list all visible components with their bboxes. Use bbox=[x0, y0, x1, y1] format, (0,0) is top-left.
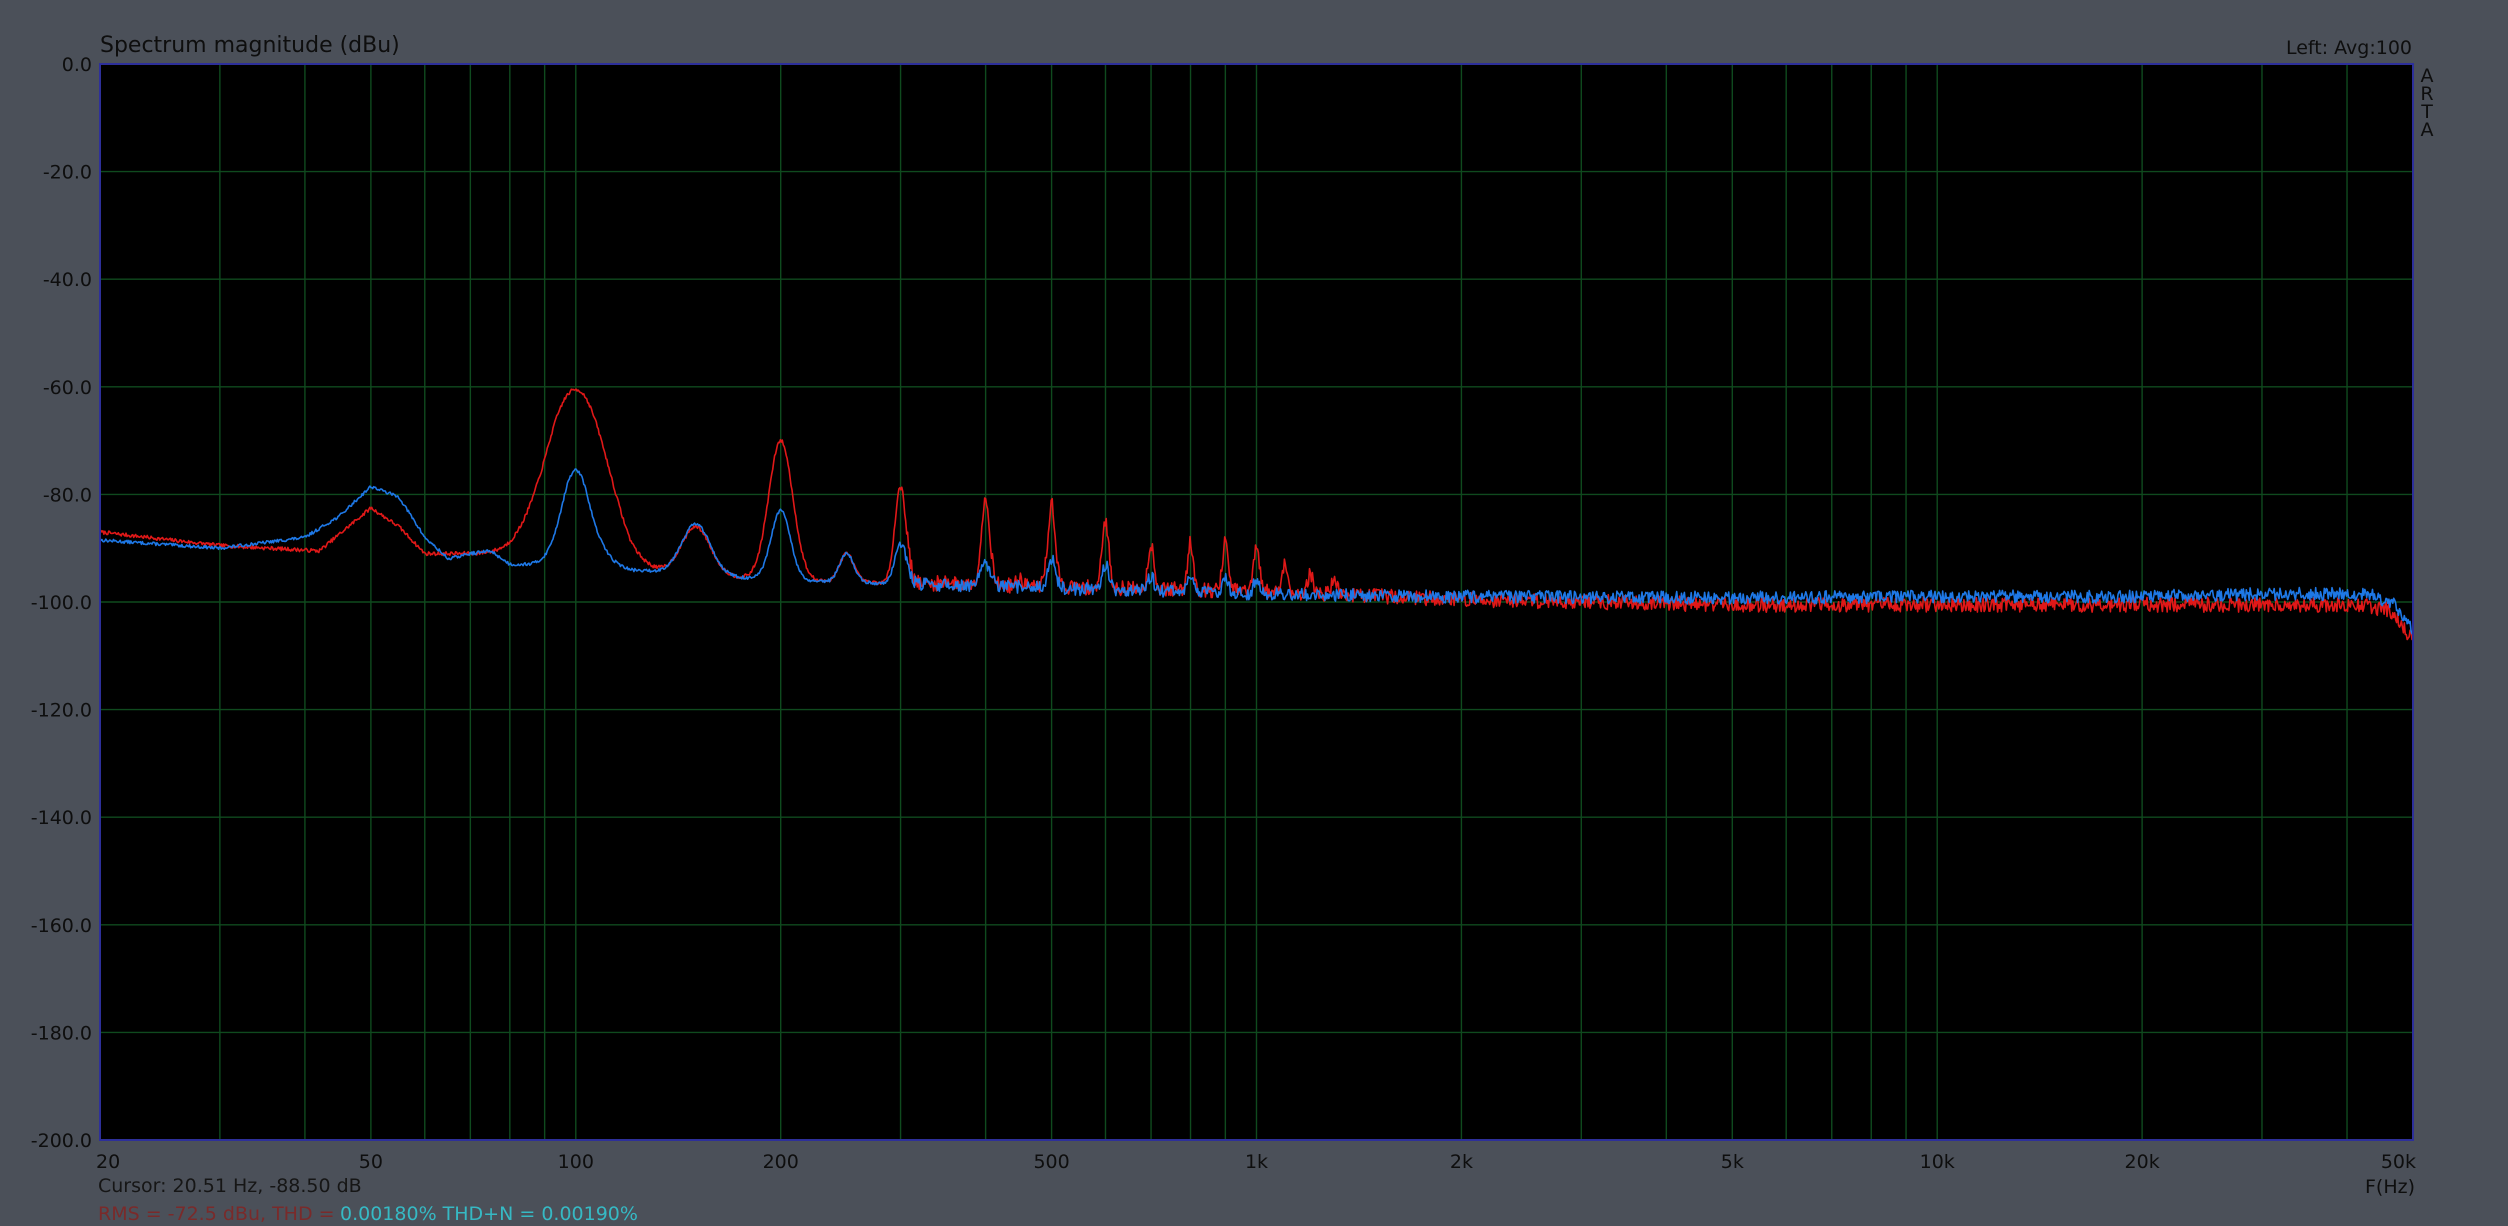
x-tick-label: 2k bbox=[1450, 1151, 1473, 1173]
thdn-readout: 0.00180% THD+N = 0.00190% bbox=[340, 1203, 638, 1225]
top-right-label: Left: Avg:100 bbox=[2286, 37, 2412, 59]
y-tick-label: -80.0 bbox=[43, 484, 92, 506]
x-tick-label: 20 bbox=[96, 1151, 120, 1173]
x-tick-label: 5k bbox=[1721, 1151, 1744, 1173]
x-tick-label: 200 bbox=[763, 1151, 799, 1173]
x-tick-label: 10k bbox=[1920, 1151, 1955, 1173]
x-tick-label: 20k bbox=[2125, 1151, 2160, 1173]
x-tick-label: 50k bbox=[2381, 1151, 2416, 1173]
x-tick-label: 50 bbox=[359, 1151, 383, 1173]
arta-side-label: ARTA bbox=[2420, 65, 2433, 141]
rms-thd-readout: RMS = -72.5 dBu, THD = bbox=[98, 1203, 335, 1225]
y-tick-label: -20.0 bbox=[43, 162, 92, 184]
chart-title: Spectrum magnitude (dBu) bbox=[100, 33, 400, 58]
y-tick-label: -200.0 bbox=[31, 1130, 92, 1152]
y-tick-label: -100.0 bbox=[31, 592, 92, 614]
y-tick-label: -120.0 bbox=[31, 700, 92, 722]
cursor-readout: Cursor: 20.51 Hz, -88.50 dB bbox=[98, 1175, 362, 1197]
x-axis-label: F(Hz) bbox=[2365, 1176, 2415, 1198]
y-tick-label: -180.0 bbox=[31, 1022, 92, 1044]
x-tick-label: 100 bbox=[558, 1151, 594, 1173]
y-tick-label: -160.0 bbox=[31, 915, 92, 937]
x-tick-label: 500 bbox=[1033, 1151, 1069, 1173]
y-tick-label: -60.0 bbox=[43, 377, 92, 399]
y-tick-label: 0.0 bbox=[62, 54, 92, 76]
y-tick-label: -40.0 bbox=[43, 269, 92, 291]
spectrum-chart: Spectrum magnitude (dBu) Left: Avg:100 A… bbox=[0, 0, 2508, 1226]
y-tick-label: -140.0 bbox=[31, 807, 92, 829]
plot-area[interactable] bbox=[99, 63, 2414, 1141]
x-tick-label: 1k bbox=[1245, 1151, 1268, 1173]
